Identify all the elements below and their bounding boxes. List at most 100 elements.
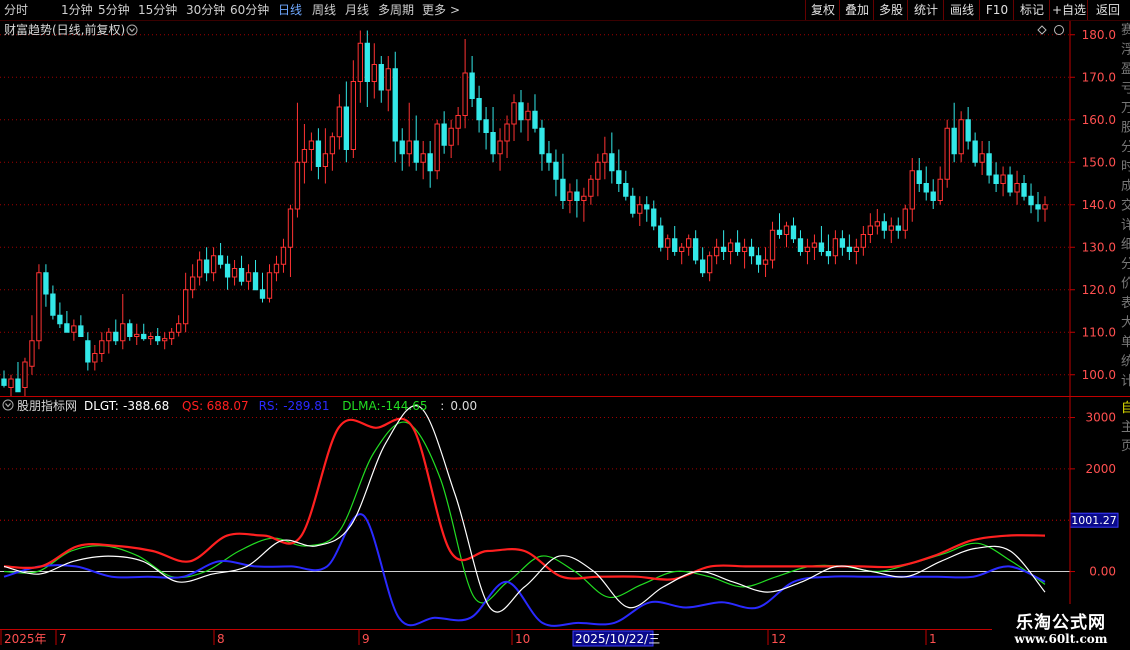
period-1[interactable]: 1分钟	[61, 0, 93, 20]
candle-down[interactable]	[441, 123, 447, 146]
candle-down[interactable]	[748, 246, 755, 257]
candle-down[interactable]	[790, 225, 797, 240]
candle-down[interactable]	[560, 178, 566, 201]
candle-up[interactable]	[455, 115, 461, 129]
side-tab-char[interactable]: 万	[1121, 101, 1130, 116]
side-tab-char[interactable]: 细	[1121, 238, 1130, 253]
candle-down[interactable]	[1, 378, 7, 386]
period-4[interactable]: 30分钟	[186, 0, 225, 20]
candle-up[interactable]	[853, 246, 860, 252]
side-tab-char[interactable]: 交	[1121, 198, 1130, 214]
candle-down[interactable]	[972, 140, 978, 163]
candle-down[interactable]	[343, 106, 350, 150]
side-tab-char[interactable]: 计	[1121, 374, 1130, 389]
candle-down[interactable]	[259, 289, 266, 299]
candle-down[interactable]	[574, 191, 580, 201]
candle-up[interactable]	[958, 119, 964, 155]
side-tab-char[interactable]: 股	[1121, 121, 1130, 136]
candle-down[interactable]	[85, 340, 91, 363]
candle-down[interactable]	[1021, 183, 1027, 197]
candle-down[interactable]	[839, 238, 846, 248]
chevron-down-icon[interactable]	[2, 399, 14, 411]
candle-down[interactable]	[78, 325, 84, 337]
side-tab-char[interactable]: 分	[1121, 140, 1130, 155]
candle-down[interactable]	[546, 153, 552, 163]
toolbar-button-5[interactable]: F10	[979, 0, 1014, 20]
candle-up[interactable]	[385, 68, 391, 91]
candle-up[interactable]	[92, 353, 98, 363]
candle-up[interactable]	[525, 110, 531, 121]
candle-up[interactable]	[350, 81, 356, 150]
candle-up[interactable]	[231, 268, 238, 278]
period-0[interactable]: 分时	[4, 0, 28, 20]
candle-down[interactable]	[881, 221, 887, 231]
candle-down[interactable]	[203, 259, 210, 274]
candle-up[interactable]	[462, 72, 468, 116]
side-tab-char[interactable]: 单	[1121, 335, 1130, 350]
candle-down[interactable]	[797, 238, 804, 252]
candle-up[interactable]	[287, 208, 294, 248]
candle-up[interactable]	[406, 140, 412, 155]
candle-up[interactable]	[434, 123, 440, 172]
period-6[interactable]: 日线	[278, 0, 302, 20]
candle-down[interactable]	[217, 255, 224, 265]
candle-up[interactable]	[322, 153, 329, 167]
candle-up[interactable]	[22, 361, 28, 388]
candlestick-series[interactable]	[1, 30, 1048, 397]
candle-down[interactable]	[895, 225, 901, 231]
candle-up[interactable]	[888, 225, 894, 231]
candle-down[interactable]	[64, 323, 70, 333]
candle-up[interactable]	[944, 127, 950, 180]
toolbar-button-3[interactable]: 统计	[907, 0, 944, 20]
candle-down[interactable]	[315, 140, 322, 167]
candle-up[interactable]	[867, 225, 874, 235]
more-chevron-right-icon[interactable]: >	[450, 0, 460, 20]
candle-down[interactable]	[15, 378, 21, 393]
side-tab-char-bottom[interactable]: 页	[1121, 439, 1130, 454]
side-tab-char[interactable]: 统	[1121, 355, 1130, 370]
toolbar-button-0[interactable]: 复权	[805, 0, 840, 20]
candle-up[interactable]	[567, 191, 573, 201]
toolbar-button-6[interactable]: 标记	[1013, 0, 1050, 20]
candle-down[interactable]	[916, 170, 922, 184]
candle-down[interactable]	[427, 153, 433, 172]
candle-up[interactable]	[189, 276, 196, 291]
chevron-down-icon[interactable]	[126, 24, 138, 36]
candle-up[interactable]	[448, 127, 454, 146]
candle-down[interactable]	[699, 259, 706, 274]
candle-up[interactable]	[741, 246, 748, 252]
candle-up[interactable]	[182, 289, 189, 325]
candle-up[interactable]	[294, 161, 301, 210]
candle-up[interactable]	[602, 153, 608, 163]
candle-up[interactable]	[148, 336, 154, 340]
candle-up[interactable]	[162, 338, 168, 342]
candle-up[interactable]	[637, 204, 643, 214]
candle-up[interactable]	[196, 259, 203, 278]
candle-down[interactable]	[399, 140, 405, 155]
candle-up[interactable]	[588, 178, 594, 197]
candle-down[interactable]	[1035, 204, 1041, 210]
candle-up[interactable]	[832, 238, 839, 257]
candle-up[interactable]	[329, 136, 336, 155]
candle-up[interactable]	[811, 242, 818, 248]
period-8[interactable]: 月线	[345, 0, 369, 20]
side-strip[interactable]: 赛浮盈亏万股分时成交详细分价表大单统计自主页	[1120, 20, 1130, 454]
side-tab-char[interactable]: 表	[1121, 296, 1130, 311]
settings-circle-icon[interactable]	[1054, 25, 1064, 35]
candle-down[interactable]	[113, 331, 119, 342]
candle-up[interactable]	[308, 140, 315, 150]
side-tab-char[interactable]: 盈	[1121, 62, 1130, 77]
candle-down[interactable]	[986, 153, 992, 176]
candle-down[interactable]	[846, 246, 853, 252]
candle-down[interactable]	[658, 225, 664, 248]
candle-down[interactable]	[644, 204, 650, 210]
candle-down[interactable]	[490, 132, 496, 155]
period-10[interactable]: 更多	[422, 0, 446, 20]
candle-up[interactable]	[134, 333, 140, 337]
candle-up[interactable]	[273, 263, 280, 274]
candle-down[interactable]	[141, 333, 147, 340]
side-tab-char-bottom[interactable]: 主	[1121, 420, 1130, 435]
diamond-icon[interactable]	[1037, 25, 1047, 35]
candle-down[interactable]	[818, 242, 825, 252]
candle-up[interactable]	[581, 195, 587, 201]
